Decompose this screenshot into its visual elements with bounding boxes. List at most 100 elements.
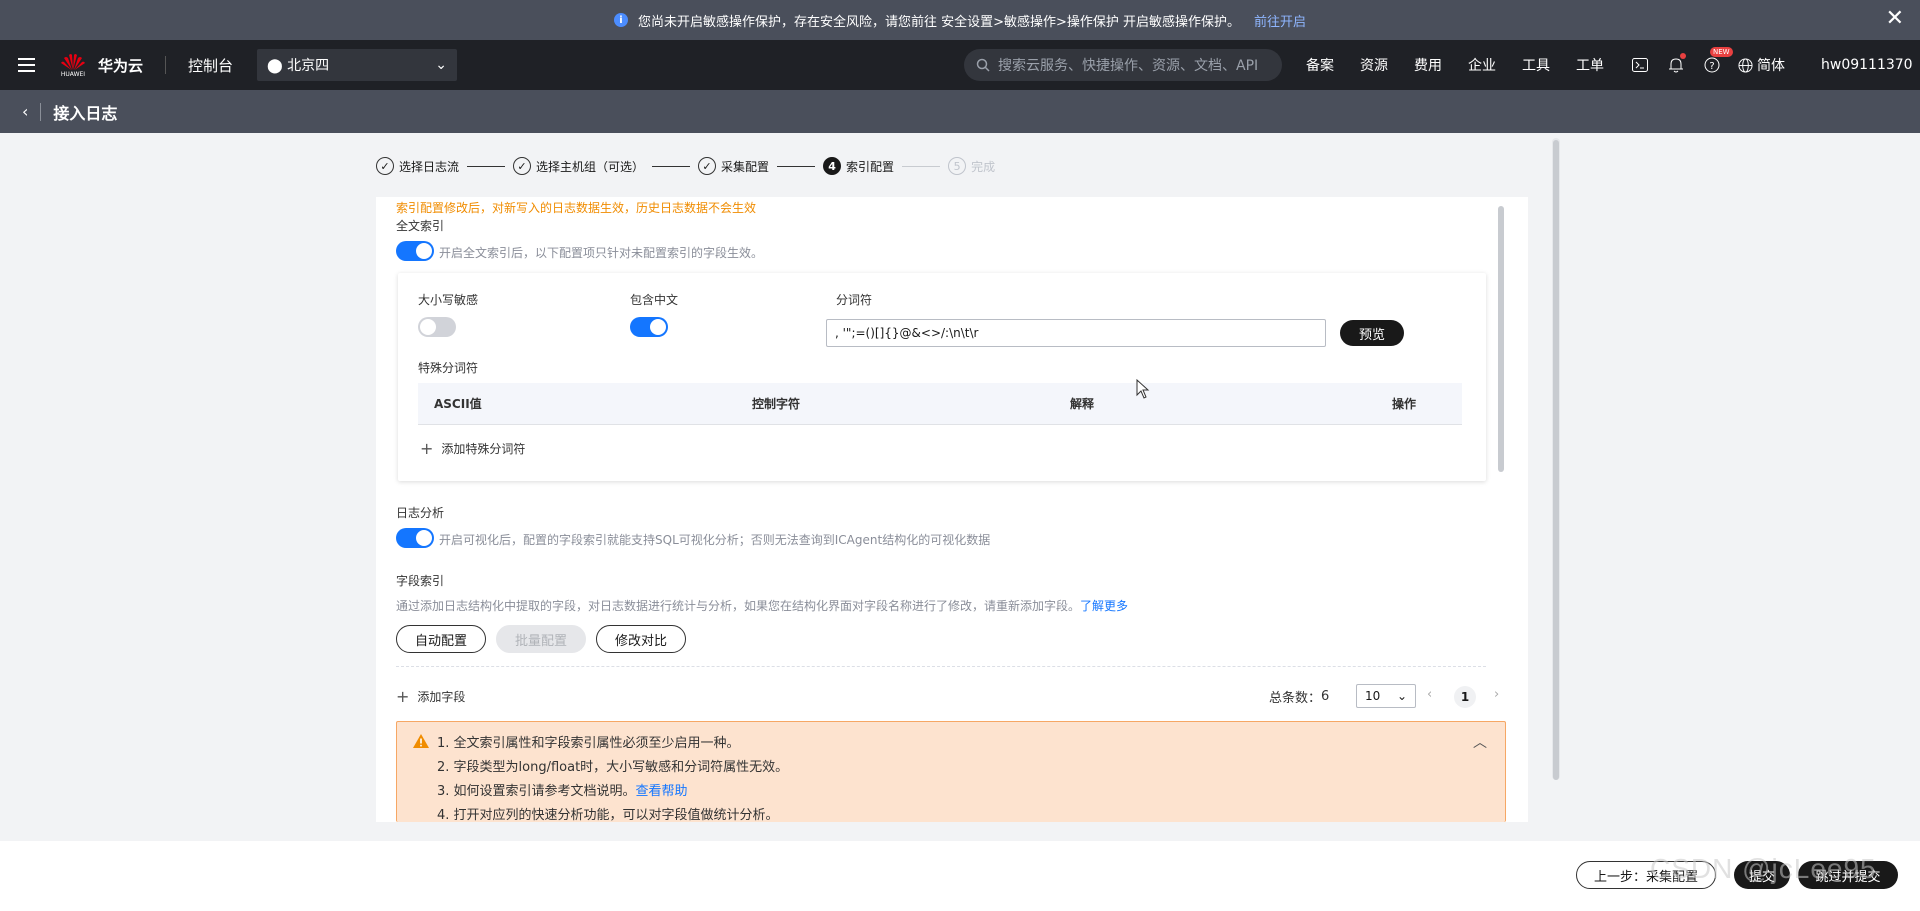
field-index-hint-text: 通过添加日志结构化中提取的字段，对日志数据进行统计与分析，如果您在结构化界面对字… bbox=[396, 599, 1081, 613]
case-sensitive-label: 大小写敏感 bbox=[418, 293, 479, 307]
step-label: 索引配置 bbox=[846, 159, 895, 174]
nav-link-billing[interactable]: 费用 bbox=[1414, 55, 1442, 75]
case-sensitive-toggle[interactable] bbox=[418, 317, 456, 337]
language-label: 简体 bbox=[1757, 58, 1785, 74]
region-select[interactable]: ⬤ 北京四 ⌄ bbox=[257, 49, 458, 81]
field-index-label: 字段索引 bbox=[396, 574, 445, 588]
top-navigation: HUAWEI 华为云 控制台 ⬤ 北京四 ⌄ 搜索云服务、快捷操作、资源、文档、… bbox=[0, 40, 1920, 90]
panel-scrollbar[interactable] bbox=[1498, 206, 1504, 472]
page-scrollbar[interactable] bbox=[1552, 138, 1560, 780]
wizard-footer: 上一步：采集配置 提交 跳过并提交 CSDN @jcLee95 bbox=[0, 841, 1920, 911]
page-number[interactable]: 1 bbox=[1454, 686, 1476, 708]
search-placeholder: 搜索云服务、快捷操作、资源、文档、API bbox=[998, 58, 1259, 74]
add-field-button[interactable]: + 添加字段 bbox=[396, 687, 465, 706]
language-switch[interactable]: 简体 bbox=[1738, 55, 1785, 75]
help-link[interactable]: 查看帮助 bbox=[636, 784, 688, 799]
log-analysis-toggle[interactable] bbox=[396, 528, 434, 548]
delimiter-input[interactable]: , '";=()[]{}@&<>/:\n\t\r bbox=[826, 319, 1326, 347]
log-analysis-label: 日志分析 bbox=[396, 506, 445, 520]
tip-3: 3. 如何设置索引请参考文档说明。查看帮助 bbox=[437, 780, 788, 804]
include-chinese-label: 包含中文 bbox=[630, 293, 679, 307]
special-delimiter-table-header: ASCII值 控制字符 解释 操作 bbox=[418, 383, 1462, 425]
delimiter-value: , '";=()[]{}@&<>/:\n\t\r bbox=[835, 326, 979, 340]
step-finish: 5 完成 bbox=[948, 157, 995, 175]
log-analysis-hint: 开启可视化后，配置的字段索引就能支持SQL可视化分析；否则无法查询到ICAgen… bbox=[439, 533, 991, 547]
nav-link-enterprise[interactable]: 企业 bbox=[1468, 55, 1496, 75]
divider bbox=[165, 56, 167, 74]
modify-compare-button[interactable]: 修改对比 bbox=[596, 625, 686, 653]
step-connector bbox=[652, 165, 691, 167]
preview-button[interactable]: 预览 bbox=[1340, 320, 1404, 346]
notice-enable-link[interactable]: 前往开启 bbox=[1254, 11, 1306, 30]
huawei-logo-mark bbox=[61, 53, 85, 70]
chevron-up-icon[interactable]: ︿ bbox=[1473, 732, 1487, 752]
bell-icon[interactable] bbox=[1666, 53, 1686, 75]
add-special-delimiter-button[interactable]: + 添加特殊分词符 bbox=[420, 439, 525, 458]
help-icon[interactable]: ? NEW bbox=[1702, 47, 1733, 75]
batch-config-button: 批量配置 bbox=[496, 625, 586, 653]
delimiter-label: 分词符 bbox=[836, 293, 873, 307]
tip-3-text: 3. 如何设置索引请参考文档说明。 bbox=[437, 784, 636, 799]
fulltext-index-toggle[interactable] bbox=[396, 241, 434, 261]
index-config-panel: 索引配置修改后，对新写入的日志数据生效，历史日志数据不会生效 全文索引 开启全文… bbox=[376, 197, 1528, 823]
step-index-config: 4 索引配置 bbox=[823, 157, 894, 175]
huawei-logo[interactable]: HUAWEI 华为云 bbox=[58, 50, 143, 80]
index-tips-alert: 1. 全文索引属性和字段索引属性必须至少启用一种。 2. 字段类型为long/f… bbox=[396, 721, 1506, 823]
step-connector bbox=[777, 165, 816, 167]
chevron-down-icon: ⌄ bbox=[1396, 689, 1407, 703]
learn-more-link[interactable]: 了解更多 bbox=[1080, 599, 1128, 613]
back-arrow-icon[interactable]: ‹ bbox=[22, 102, 28, 121]
csdn-watermark: CSDN @jcLee95 bbox=[1650, 853, 1877, 884]
brand-name: 华为云 bbox=[98, 56, 144, 75]
index-warning: 索引配置修改后，对新写入的日志数据生效，历史日志数据不会生效 bbox=[396, 201, 757, 215]
fulltext-index-hint: 开启全文索引后，以下配置项只针对未配置索引的字段生效。 bbox=[439, 246, 764, 260]
add-special-delimiter-label: 添加特殊分词符 bbox=[441, 442, 526, 456]
menu-icon[interactable] bbox=[0, 58, 52, 72]
notice-text: 您尚未开启敏感操作保护，存在安全风险，请您前往 安全设置>敏感操作>操作保护 开… bbox=[637, 14, 1241, 30]
search-icon bbox=[976, 58, 990, 72]
total-value: 6 bbox=[1321, 689, 1330, 704]
terminal-icon[interactable] bbox=[1630, 55, 1650, 75]
step-connector bbox=[902, 165, 941, 167]
step-select-host-group: ✓ 选择主机组（可选） bbox=[513, 157, 644, 175]
step-number: 4 bbox=[823, 157, 842, 175]
chevron-down-icon: ⌄ bbox=[435, 57, 448, 73]
page-header: ‹ 接入日志 bbox=[0, 90, 1920, 133]
top-links: 备案 资源 费用 企业 工具 工单 ? NEW 简体 hw09111370 bbox=[1306, 40, 1913, 90]
field-index-table bbox=[396, 666, 1486, 672]
notification-dot bbox=[1680, 53, 1686, 59]
warning-icon bbox=[413, 734, 429, 748]
step-label: 选择主机组（可选） bbox=[536, 159, 645, 174]
step-label: 采集配置 bbox=[721, 159, 770, 174]
step-label: 完成 bbox=[971, 159, 996, 174]
nav-link-tools[interactable]: 工具 bbox=[1522, 55, 1550, 75]
divider bbox=[40, 102, 42, 121]
step-number: 5 bbox=[948, 157, 967, 175]
security-notice-bar: i 您尚未开启敏感操作保护，存在安全风险，请您前往 安全设置>敏感操作>操作保护… bbox=[0, 0, 1920, 40]
col-ascii: ASCII值 bbox=[434, 397, 482, 411]
include-chinese-toggle[interactable] bbox=[630, 317, 668, 337]
step-collection-config: ✓ 采集配置 bbox=[698, 157, 769, 175]
globe-icon bbox=[1738, 57, 1753, 73]
console-link[interactable]: 控制台 bbox=[188, 55, 233, 76]
auto-config-button[interactable]: 自动配置 bbox=[396, 625, 486, 653]
nav-link-tickets[interactable]: 工单 bbox=[1576, 55, 1604, 75]
prev-page-icon[interactable]: ‹ bbox=[1427, 687, 1432, 702]
next-page-icon[interactable]: › bbox=[1494, 687, 1499, 702]
global-search-input[interactable]: 搜索云服务、快捷操作、资源、文档、API bbox=[964, 49, 1282, 81]
page-size-select[interactable]: 10 ⌄ bbox=[1356, 684, 1416, 708]
location-icon: ⬤ bbox=[267, 58, 283, 74]
step-label: 选择日志流 bbox=[399, 159, 460, 174]
tip-4: 4. 打开对应列的快速分析功能，可以对字段值做统计分析。 bbox=[437, 808, 779, 823]
page-size-value: 10 bbox=[1365, 689, 1381, 703]
nav-link-beian[interactable]: 备案 bbox=[1306, 55, 1334, 75]
wizard-steps: ✓ 选择日志流 ✓ 选择主机组（可选） ✓ 采集配置 4 索引配置 5 完成 bbox=[376, 156, 995, 176]
col-operation: 操作 bbox=[1392, 397, 1417, 411]
nav-link-resources[interactable]: 资源 bbox=[1360, 55, 1388, 75]
total-label: 总条数： bbox=[1269, 691, 1322, 706]
close-icon[interactable]: ✕ bbox=[1886, 8, 1904, 30]
tip-1: 1. 全文索引属性和字段索引属性必须至少启用一种。 bbox=[437, 736, 740, 751]
step-select-log-stream: ✓ 选择日志流 bbox=[376, 157, 459, 175]
user-account[interactable]: hw09111370 bbox=[1821, 57, 1913, 73]
plus-icon: + bbox=[420, 439, 434, 458]
